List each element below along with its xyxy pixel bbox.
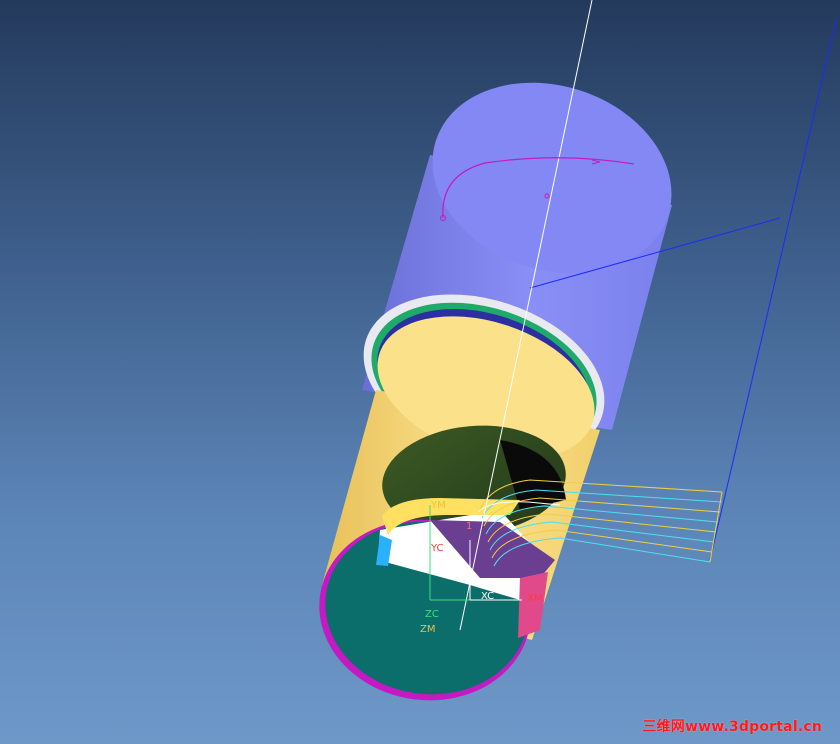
axis-label-zc: ZC [425, 609, 439, 620]
axis-label-ym: YM [430, 500, 446, 511]
axis-label-xm: XM [527, 593, 542, 604]
notch-pink-face [518, 572, 548, 638]
model-scene[interactable]: YM YC XC XM ZC ZM 1 [0, 0, 840, 744]
guide-line-toolpath-end[interactable] [709, 491, 723, 563]
marker-label: 1 [466, 521, 472, 532]
guide-line-vertical[interactable] [709, 19, 837, 561]
axis-label-yc: YC [430, 543, 444, 554]
3d-viewport[interactable]: YM YC XC XM ZC ZM 1 三维网www.3dportal.cn [0, 0, 840, 744]
watermark-text: 三维网www.3dportal.cn [642, 719, 822, 735]
axis-label-zm: ZM [420, 624, 435, 635]
axis-label-xc: XC [481, 591, 494, 602]
